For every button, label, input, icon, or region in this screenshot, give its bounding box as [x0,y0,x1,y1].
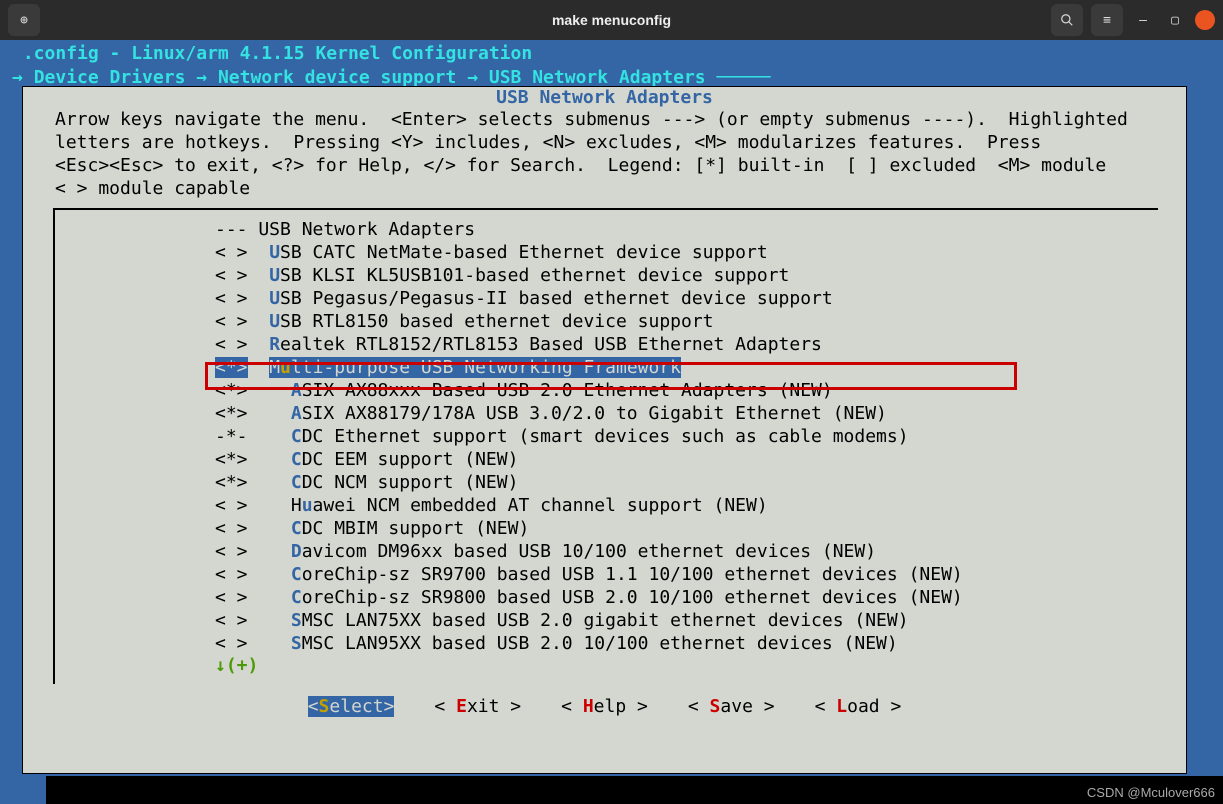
window-title: make menuconfig [552,12,671,28]
menu-item-13[interactable]: < > CDC MBIM support (NEW) [65,517,1158,540]
terminal-area: .config - Linux/arm 4.1.15 Kernel Config… [0,40,1223,804]
menu-item-7[interactable]: <*> ASIX AX88xxx Based USB 2.0 Ethernet … [65,379,1158,402]
new-tab-icon[interactable]: ⊕ [8,4,40,36]
menu-item-15[interactable]: < > CoreChip-sz SR9700 based USB 1.1 10/… [65,563,1158,586]
menu-item-3[interactable]: < > USB Pegasus/Pegasus-II based etherne… [65,287,1158,310]
menu-item-10[interactable]: <*> CDC EEM support (NEW) [65,448,1158,471]
menu-item-9[interactable]: -*- CDC Ethernet support (smart devices … [65,425,1158,448]
watermark-text: CSDN @Mculover666 [1087,785,1215,800]
dialog-button-load[interactable]: < Load > [815,696,902,717]
scroll-indicator: ↓(+) [65,655,1158,676]
dialog-button-help[interactable]: < Help > [561,696,648,717]
menu-item-12[interactable]: < > Huawei NCM embedded AT channel suppo… [65,494,1158,517]
close-button[interactable] [1195,10,1215,30]
maximize-button[interactable]: ▢ [1163,4,1187,36]
dialog-button-exit[interactable]: < Exit > [434,696,521,717]
menu-item-16[interactable]: < > CoreChip-sz SR9800 based USB 2.0 10/… [65,586,1158,609]
menu-item-0[interactable]: --- USB Network Adapters [65,218,1158,241]
dialog-title: USB Network Adapters [23,87,1186,108]
button-bar: <Select> < Exit > < Help > < Save > < Load > [23,690,1186,727]
dialog-button-save[interactable]: < Save > [688,696,775,717]
menu-list[interactable]: --- USB Network Adapters< > USB CATC Net… [53,208,1158,684]
dialog-box: USB Network Adapters Arrow keys navigate… [22,86,1187,774]
menu-item-6[interactable]: <*> Multi-purpose USB Networking Framewo… [65,356,1158,379]
menu-item-18[interactable]: < > SMSC LAN95XX based USB 2.0 10/100 et… [65,632,1158,655]
menu-item-11[interactable]: <*> CDC NCM support (NEW) [65,471,1158,494]
search-icon[interactable] [1051,4,1083,36]
menu-item-2[interactable]: < > USB KLSI KL5USB101-based ethernet de… [65,264,1158,287]
menu-item-4[interactable]: < > USB RTL8150 based ethernet device su… [65,310,1158,333]
menu-icon[interactable]: ≡ [1091,4,1123,36]
breadcrumb: → Device Drivers → Network device suppor… [0,64,1223,88]
dialog-button-select[interactable]: <Select> [308,696,395,717]
menu-item-14[interactable]: < > Davicom DM96xx based USB 10/100 ethe… [65,540,1158,563]
menu-item-8[interactable]: <*> ASIX AX88179/178A USB 3.0/2.0 to Gig… [65,402,1158,425]
menu-item-17[interactable]: < > SMSC LAN75XX based USB 2.0 gigabit e… [65,609,1158,632]
menu-item-5[interactable]: < > Realtek RTL8152/RTL8153 Based USB Et… [65,333,1158,356]
titlebar: ⊕ make menuconfig ≡ — ▢ [0,0,1223,40]
instructions-text: Arrow keys navigate the menu. <Enter> se… [23,108,1186,204]
bottom-border [46,776,1223,804]
menu-item-1[interactable]: < > USB CATC NetMate-based Ethernet devi… [65,241,1158,264]
minimize-button[interactable]: — [1131,4,1155,36]
config-header: .config - Linux/arm 4.1.15 Kernel Config… [0,40,1223,64]
